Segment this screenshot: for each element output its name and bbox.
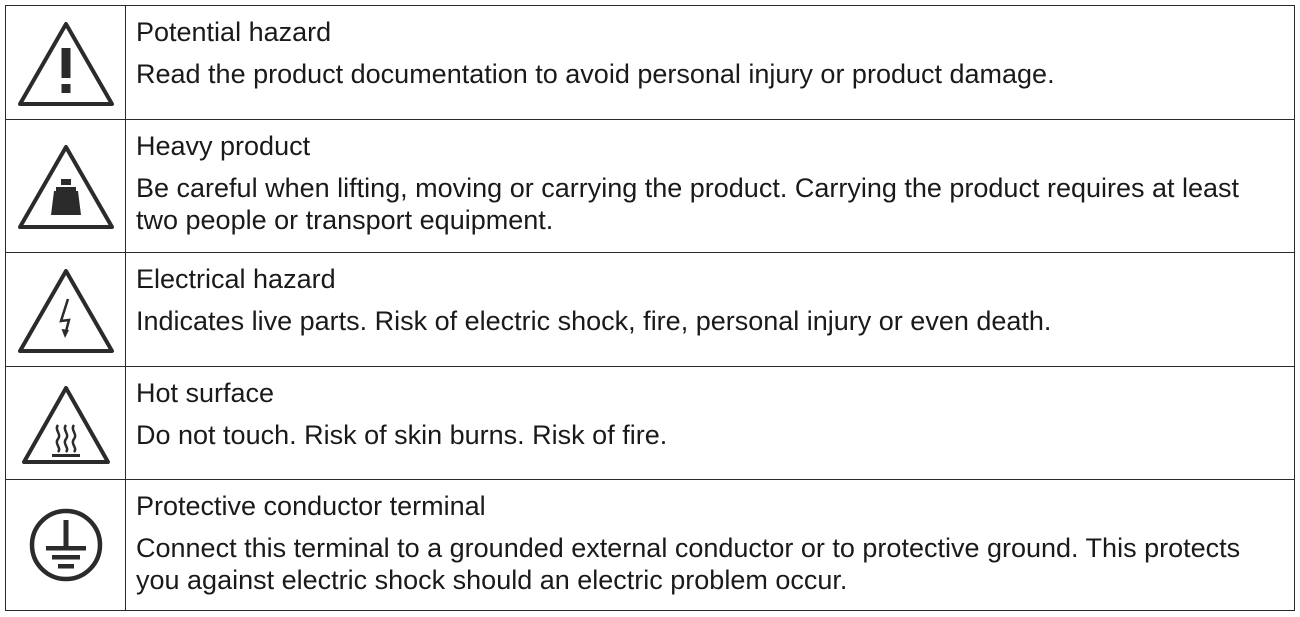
table-row: Potential hazard Read the product docume…	[6, 6, 1294, 119]
hot-surface-icon	[21, 386, 110, 464]
row-description: Connect this terminal to a grounded exte…	[136, 533, 1241, 595]
row-description: Be careful when lifting, moving or carry…	[136, 173, 1240, 235]
heavy-weight-icon	[17, 145, 114, 229]
text-cell: Electrical hazard Indicates live parts. …	[126, 253, 1294, 366]
text-cell: Hot surface Do not touch. Risk of skin b…	[126, 367, 1294, 479]
icon-cell	[6, 6, 126, 119]
safety-symbols-table: Potential hazard Read the product docume…	[5, 5, 1295, 611]
row-title: Protective conductor terminal	[136, 491, 486, 521]
row-title: Hot surface	[136, 378, 275, 408]
row-title: Heavy product	[136, 131, 311, 161]
table-row: Hot surface Do not touch. Risk of skin b…	[6, 366, 1294, 479]
row-description: Indicates live parts. Risk of electric s…	[136, 306, 1052, 336]
warning-exclamation-icon	[17, 21, 114, 106]
table-row: Protective conductor terminal Connect th…	[6, 479, 1294, 610]
row-description: Read the product documentation to avoid …	[136, 59, 1055, 89]
text-cell: Heavy product Be careful when lifting, m…	[126, 120, 1294, 252]
text-cell: Protective conductor terminal Connect th…	[126, 480, 1294, 610]
row-title: Potential hazard	[136, 17, 332, 47]
table-row: Electrical hazard Indicates live parts. …	[6, 252, 1294, 366]
text-cell: Potential hazard Read the product docume…	[126, 6, 1294, 119]
protective-ground-icon	[29, 508, 102, 582]
electrical-hazard-icon	[17, 268, 114, 353]
icon-cell	[6, 480, 126, 610]
icon-cell	[6, 253, 126, 366]
icon-cell	[6, 120, 126, 252]
table-row: Heavy product Be careful when lifting, m…	[6, 119, 1294, 252]
icon-cell	[6, 367, 126, 479]
row-title: Electrical hazard	[136, 264, 336, 294]
row-description: Do not touch. Risk of skin burns. Risk o…	[136, 420, 668, 450]
